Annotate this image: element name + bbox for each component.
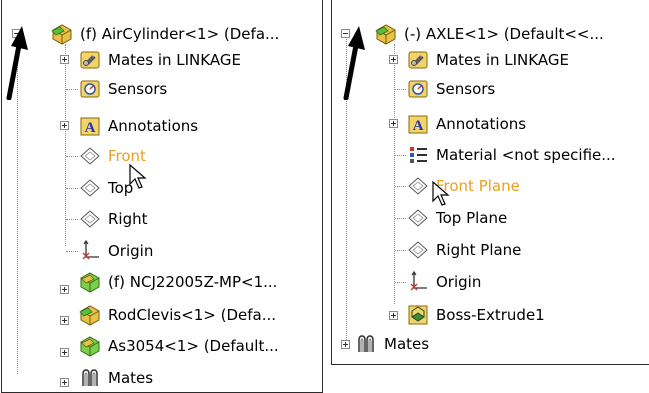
tree-item-sensors[interactable]: Sensors bbox=[406, 75, 495, 103]
tree-line bbox=[395, 282, 406, 283]
mates-icon bbox=[358, 335, 374, 353]
tree-item-label: Sensors bbox=[436, 80, 496, 98]
expand-toggle[interactable] bbox=[60, 316, 69, 325]
tree-line bbox=[395, 186, 406, 187]
tree-item-right[interactable]: Right bbox=[78, 205, 148, 233]
tree-root-aircylinder[interactable]: (f) AirCylinder<1> (Defa... bbox=[50, 20, 279, 48]
tree-item-label: Origin bbox=[436, 273, 482, 291]
part-icon bbox=[51, 24, 72, 45]
origin-icon bbox=[410, 271, 428, 291]
tree-line bbox=[66, 188, 78, 189]
tree-line bbox=[395, 155, 406, 156]
expand-toggle[interactable] bbox=[60, 285, 69, 294]
part-icon bbox=[79, 305, 100, 326]
tree-line bbox=[65, 44, 66, 246]
tree-item-top[interactable]: Top bbox=[78, 174, 133, 202]
tree-item-label: Annotations bbox=[436, 115, 527, 133]
part-icon bbox=[375, 24, 396, 45]
tree-root-axle[interactable]: (-) AXLE<1> (Default<<... bbox=[374, 20, 604, 48]
tree-line bbox=[395, 218, 406, 219]
tree-item-sensors[interactable]: Sensors bbox=[78, 75, 167, 103]
plane-icon bbox=[80, 210, 100, 228]
tree-item-label: Mates bbox=[108, 369, 154, 387]
tree-item-mates-in-linkage[interactable]: Mates in LINKAGE bbox=[78, 46, 241, 74]
expand-toggle[interactable] bbox=[389, 55, 398, 64]
tree-item-as3054[interactable]: As3054<1> (Default... bbox=[78, 332, 279, 360]
expand-toggle[interactable] bbox=[60, 348, 69, 357]
tree-line bbox=[395, 89, 406, 90]
tree-line bbox=[394, 44, 395, 304]
annotation-arrow-icon bbox=[343, 26, 365, 100]
expand-toggle[interactable] bbox=[60, 378, 69, 387]
mouse-cursor-icon bbox=[129, 164, 146, 189]
expand-toggle[interactable] bbox=[60, 121, 69, 130]
part-icon bbox=[80, 336, 100, 357]
mates-icon bbox=[82, 369, 98, 387]
tree-item-label: Origin bbox=[108, 242, 154, 260]
annotation-arrow-icon bbox=[6, 26, 28, 100]
material-icon bbox=[409, 146, 428, 164]
plane-icon bbox=[80, 147, 100, 165]
tree-item-rodclevis[interactable]: RodClevis<1> (Defa... bbox=[78, 301, 276, 329]
expand-toggle[interactable] bbox=[60, 55, 69, 64]
expand-toggle[interactable] bbox=[389, 311, 398, 320]
tree-item-boss-extrude1[interactable]: Boss-Extrude1 bbox=[406, 301, 545, 329]
tree-line bbox=[66, 219, 78, 220]
tree-item-mates[interactable]: Mates bbox=[354, 330, 429, 358]
tree-item-label: Mates in LINKAGE bbox=[108, 51, 241, 69]
plane-icon bbox=[408, 177, 428, 195]
tree-root-label: (-) AXLE<1> (Default<<... bbox=[404, 25, 604, 43]
tree-item-label: RodClevis<1> (Defa... bbox=[108, 306, 277, 324]
plane-icon bbox=[408, 209, 428, 227]
tree-item-label: Sensors bbox=[108, 80, 168, 98]
mates-in-assembly-icon bbox=[408, 51, 428, 69]
annotations-icon bbox=[408, 115, 428, 135]
tree-item-label: Right bbox=[108, 210, 148, 228]
tree-item-mates-in-linkage[interactable]: Mates in LINKAGE bbox=[406, 46, 569, 74]
tree-item-label: Material <not specifie... bbox=[436, 146, 616, 164]
tree-line bbox=[66, 251, 78, 252]
tree-line bbox=[66, 156, 78, 157]
plane-icon bbox=[80, 179, 100, 197]
mates-in-assembly-icon bbox=[80, 51, 100, 69]
tree-item-annotations[interactable]: Annotations bbox=[78, 112, 198, 140]
expand-toggle[interactable] bbox=[341, 340, 350, 349]
tree-item-label: Mates bbox=[384, 335, 430, 353]
tree-item-origin[interactable]: Origin bbox=[406, 268, 481, 296]
tree-item-label: Right Plane bbox=[436, 241, 522, 259]
tree-item-origin[interactable]: Origin bbox=[78, 237, 153, 265]
mouse-cursor-icon bbox=[432, 181, 449, 206]
tree-item-material[interactable]: Material <not specifie... bbox=[406, 141, 616, 169]
tree-item-ncj22005z[interactable]: (f) NCJ22005Z-MP<1... bbox=[78, 268, 277, 296]
sensors-icon bbox=[408, 80, 428, 98]
tree-item-label: Mates in LINKAGE bbox=[436, 51, 569, 69]
tree-line bbox=[395, 250, 406, 251]
feature-tree-right: (-) AXLE<1> (Default<<... Mates in LINKA… bbox=[331, 0, 649, 365]
tree-item-mates[interactable]: Mates bbox=[78, 364, 153, 392]
tree-item-label: Boss-Extrude1 bbox=[436, 306, 545, 324]
tree-item-label: (f) NCJ22005Z-MP<1... bbox=[108, 273, 278, 291]
tree-item-label: Annotations bbox=[108, 117, 199, 135]
sensors-icon bbox=[80, 80, 100, 98]
tree-line bbox=[66, 89, 78, 90]
plane-icon bbox=[408, 241, 428, 259]
extrude-icon bbox=[408, 305, 428, 325]
feature-tree-left: (f) AirCylinder<1> (Defa... Mates in LIN… bbox=[1, 0, 323, 393]
tree-item-top-plane[interactable]: Top Plane bbox=[406, 204, 507, 232]
annotations-icon bbox=[80, 117, 100, 137]
tree-item-annotations[interactable]: Annotations bbox=[406, 110, 526, 138]
tree-item-front-plane[interactable]: Front Plane bbox=[406, 172, 520, 200]
part-icon bbox=[80, 272, 100, 293]
tree-item-label: As3054<1> (Default... bbox=[108, 337, 279, 355]
tree-item-right-plane[interactable]: Right Plane bbox=[406, 236, 521, 264]
tree-item-label: Top Plane bbox=[436, 209, 508, 227]
expand-toggle[interactable] bbox=[389, 119, 398, 128]
tree-root-label: (f) AirCylinder<1> (Defa... bbox=[80, 25, 280, 43]
origin-icon bbox=[82, 240, 100, 260]
